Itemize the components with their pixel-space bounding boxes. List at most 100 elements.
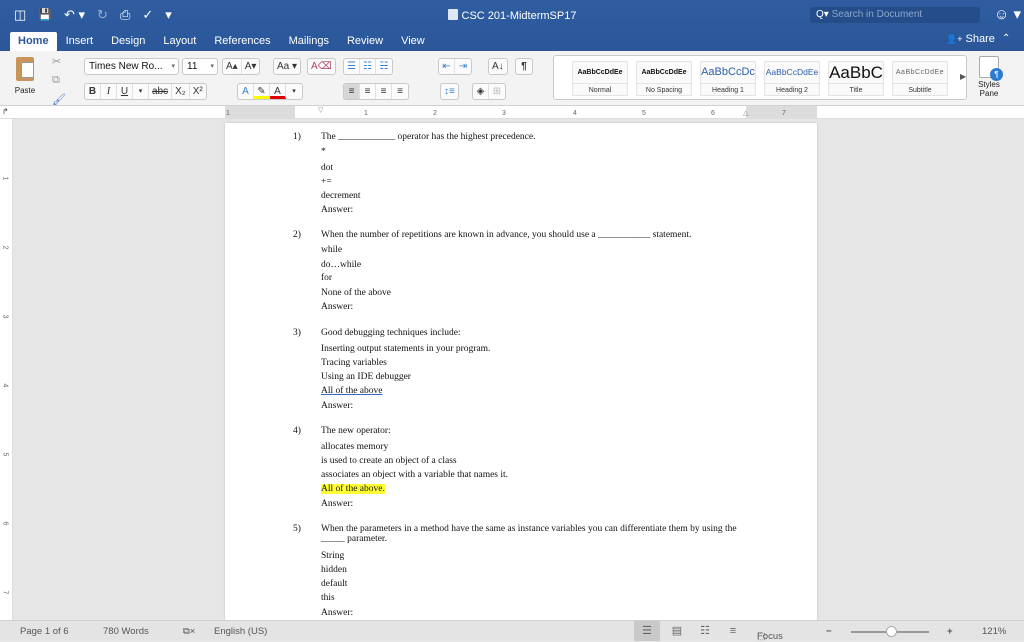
- style-normal[interactable]: AaBbCcDdEe Normal: [572, 61, 628, 96]
- style-preview: AaBbC: [829, 63, 883, 82]
- style-heading-1[interactable]: AaBbCcDc Heading 1: [700, 61, 756, 96]
- tab-insert[interactable]: Insert: [57, 32, 103, 51]
- style-subtitle[interactable]: AaBbCcDdEe Subtitle: [892, 61, 948, 96]
- pilcrow-icon: ¶: [521, 61, 527, 72]
- font-size-select[interactable]: 11 ▾: [182, 58, 218, 75]
- underline-dropdown[interactable]: ▾: [133, 84, 149, 99]
- justify-button[interactable]: ≡: [392, 84, 408, 99]
- feedback-smiley-icon[interactable]: ☺ ▾: [994, 5, 1021, 23]
- style-heading-2[interactable]: AaBbCcDdEe Heading 2: [764, 61, 820, 96]
- paste-button[interactable]: Paste: [10, 57, 40, 95]
- superscript-button[interactable]: X²: [190, 84, 206, 99]
- zoom-level[interactable]: 121%: [982, 626, 1006, 637]
- tab-layout[interactable]: Layout: [154, 32, 205, 51]
- vertical-ruler[interactable]: 1 2 3 4 5 6 7: [0, 119, 13, 620]
- option-text: this: [321, 593, 335, 603]
- question-text: The new operator:: [321, 426, 391, 436]
- tab-mailings[interactable]: Mailings: [280, 32, 338, 51]
- word-count[interactable]: 780 Words: [103, 626, 149, 637]
- tab-design[interactable]: Design: [102, 32, 154, 51]
- font-color-button[interactable]: A: [270, 84, 286, 99]
- tab-review[interactable]: Review: [338, 32, 392, 51]
- draft-view-button[interactable]: ≡: [720, 621, 746, 641]
- styles-pane-label: Styles Pane: [978, 80, 1000, 98]
- font-size-value: 11: [187, 61, 198, 72]
- numbering-button[interactable]: ☷: [360, 59, 376, 74]
- style-preview: AaBbCcDdEe: [577, 69, 623, 76]
- change-case-button[interactable]: Aa ▾: [273, 58, 302, 75]
- option-text: while: [321, 245, 343, 255]
- styles-more-arrow[interactable]: ▶: [960, 72, 966, 81]
- italic-button[interactable]: I: [101, 84, 117, 99]
- highlight-button[interactable]: ✎: [254, 84, 270, 99]
- tab-view[interactable]: View: [392, 32, 434, 51]
- decrease-indent-button[interactable]: ⇤: [439, 59, 455, 74]
- font-color-buttons: A ✎ A ▾: [237, 83, 303, 100]
- show-formatting-button[interactable]: ¶: [515, 58, 533, 75]
- ruler-label: 7: [1, 590, 9, 595]
- horizontal-ruler[interactable]: 1 1 2 3 4 5 6 7 ▽ △: [0, 106, 1024, 119]
- bullets-button[interactable]: ☰: [344, 59, 360, 74]
- text-effects-button[interactable]: A: [238, 84, 254, 99]
- ruler-label: 6: [711, 110, 715, 117]
- cut-icon[interactable]: ✂: [52, 55, 66, 68]
- style-label: Title: [829, 83, 883, 96]
- underline-button[interactable]: U: [117, 84, 133, 99]
- align-center-button[interactable]: ≡: [360, 84, 376, 99]
- search-input[interactable]: Q▾ Search in Document: [810, 7, 980, 23]
- borders-button[interactable]: ⊞: [489, 84, 505, 99]
- strikethrough-button[interactable]: abc: [149, 84, 173, 99]
- option-text: is used to create an object of a class: [321, 456, 457, 466]
- style-preview: AaBbCcDdEe: [765, 67, 819, 77]
- format-painter-icon[interactable]: 🖌: [52, 93, 66, 106]
- print-layout-view-button[interactable]: ☰: [634, 621, 660, 641]
- style-no-spacing[interactable]: AaBbCcDdEe No Spacing: [636, 61, 692, 96]
- focus-label: Focus: [757, 631, 783, 642]
- right-indent-marker[interactable]: △: [743, 109, 748, 117]
- collapse-ribbon-icon[interactable]: ⌃: [1002, 33, 1010, 44]
- increase-indent-button[interactable]: ⇥: [455, 59, 471, 74]
- bold-button[interactable]: B: [85, 84, 101, 99]
- left-margin-area: [225, 106, 295, 119]
- question-text: When the parameters in a method have the…: [321, 524, 737, 544]
- page-count[interactable]: Page 1 of 6: [20, 626, 69, 637]
- subscript-button[interactable]: X₂: [172, 84, 190, 99]
- styles-pane-button[interactable]: Styles Pane: [972, 56, 1006, 98]
- multilevel-list-button[interactable]: ☵: [376, 59, 392, 74]
- sort-button[interactable]: A↓: [488, 58, 508, 75]
- tab-home[interactable]: Home: [10, 32, 57, 51]
- share-button[interactable]: 👤+ Share: [946, 33, 995, 45]
- search-icon: Q▾: [816, 9, 829, 20]
- option-text: None of the above: [321, 288, 391, 298]
- align-left-button[interactable]: ≡: [344, 84, 360, 99]
- tab-selector-icon[interactable]: ↱: [2, 107, 9, 116]
- grow-font-button[interactable]: A▴: [223, 59, 242, 74]
- shading-button[interactable]: ◈: [473, 84, 489, 99]
- style-label: Heading 1: [701, 83, 755, 96]
- document-page[interactable]: [225, 123, 817, 620]
- outline-view-button[interactable]: ☷: [692, 621, 718, 641]
- proofing-icon[interactable]: ⧉×: [183, 626, 195, 637]
- align-right-button[interactable]: ≡: [376, 84, 392, 99]
- zoom-in-button[interactable]: +: [947, 626, 953, 637]
- copy-icon[interactable]: ⧉: [52, 74, 66, 87]
- share-label: Share: [965, 33, 995, 45]
- clear-formatting-button[interactable]: A⌫: [307, 58, 336, 75]
- question-number: 5): [293, 524, 301, 534]
- first-line-indent-marker[interactable]: ▽: [318, 106, 323, 114]
- answer-label: Answer:: [321, 205, 354, 215]
- line-spacing-button[interactable]: ↕≡: [440, 83, 459, 100]
- language[interactable]: English (US): [214, 626, 267, 637]
- tab-references[interactable]: References: [205, 32, 279, 51]
- clear-format-icon: A⌫: [311, 61, 332, 72]
- web-layout-view-button[interactable]: ▤: [664, 621, 690, 641]
- option-text: decrement: [321, 191, 361, 201]
- font-name-select[interactable]: Times New Ro... ▾: [84, 58, 179, 75]
- ruler-label: 2: [1, 245, 9, 250]
- shrink-font-button[interactable]: A▾: [242, 59, 260, 74]
- question-text: Good debugging techniques include:: [321, 328, 461, 338]
- font-color-dropdown[interactable]: ▾: [286, 84, 302, 99]
- zoom-out-button[interactable]: −: [826, 626, 832, 637]
- style-title[interactable]: AaBbC Title: [828, 61, 884, 96]
- zoom-slider-handle[interactable]: [886, 626, 897, 637]
